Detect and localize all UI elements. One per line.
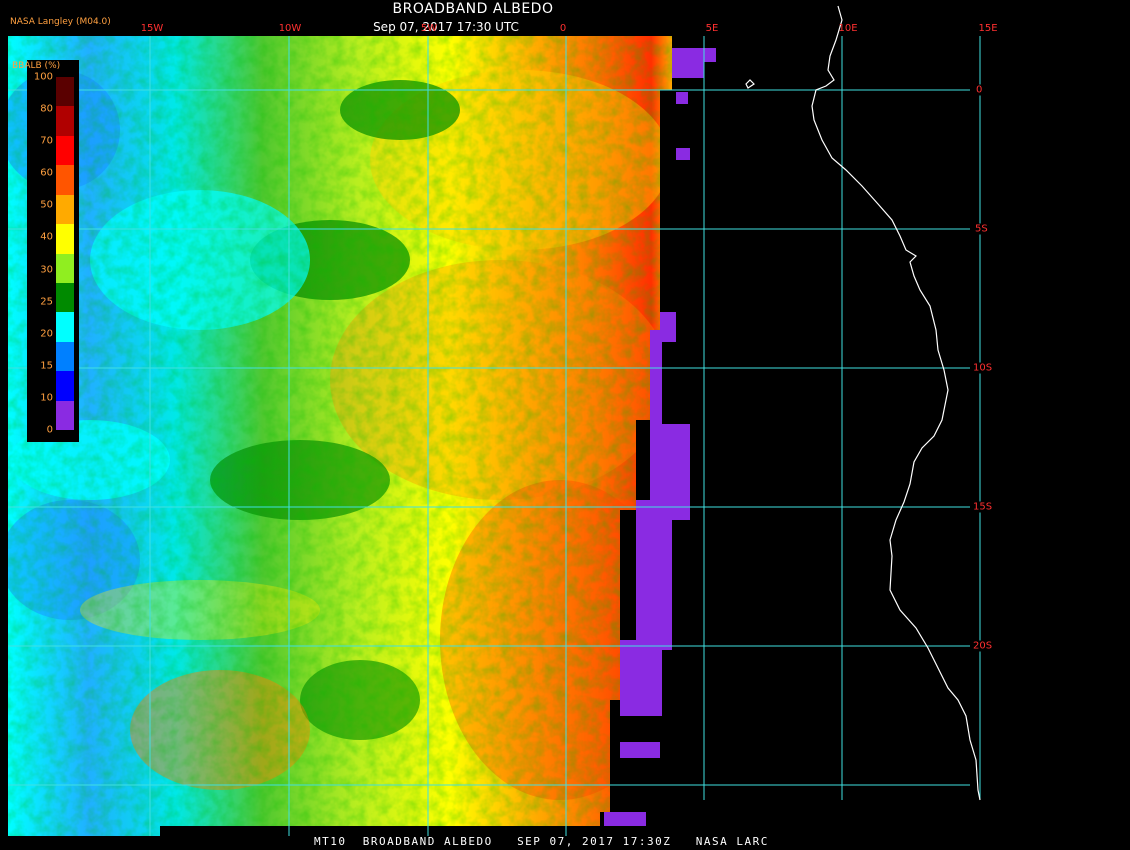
legend-swatch bbox=[56, 253, 74, 284]
legend-tick-label: 100 bbox=[33, 71, 53, 83]
legend-tick-label: 70 bbox=[40, 135, 53, 147]
lat-label-20s: 20S bbox=[972, 640, 994, 652]
map-title: BROADBAND ALBEDO bbox=[392, 1, 554, 17]
legend-tick-label: 60 bbox=[40, 167, 53, 179]
legend-tick-label: 10 bbox=[40, 392, 53, 404]
legend-swatch bbox=[56, 282, 74, 313]
footer-caption: MT10 BROADBAND ALBEDO SEP 07, 2017 17:30… bbox=[314, 835, 769, 848]
lon-label-0: 0 bbox=[559, 23, 567, 34]
lat-label-5s: 5S bbox=[974, 223, 989, 235]
legend-tick-label: 15 bbox=[40, 360, 53, 372]
legend-swatch bbox=[56, 400, 74, 431]
lon-label-10w: 10W bbox=[278, 23, 302, 34]
lon-label-5w: 5W bbox=[420, 23, 438, 34]
legend-tick-label: 50 bbox=[40, 199, 53, 211]
legend-swatch bbox=[56, 312, 74, 343]
producer-credit: NASA Langley (M04.0) bbox=[10, 17, 111, 27]
lon-label-15e: 15E bbox=[978, 23, 998, 34]
albedo-field bbox=[8, 36, 672, 836]
legend-swatch bbox=[56, 165, 74, 196]
legend-swatch bbox=[56, 194, 74, 225]
lon-label-10e: 10E bbox=[838, 23, 858, 34]
bioko-island bbox=[745, 79, 755, 89]
lat-label-0: 0 bbox=[975, 84, 984, 96]
legend-swatch bbox=[56, 224, 74, 254]
lat-label-15s: 15S bbox=[972, 501, 994, 513]
legend-tick-label: 20 bbox=[40, 328, 53, 340]
legend-swatch bbox=[56, 135, 74, 166]
legend-swatch bbox=[56, 77, 74, 107]
legend-tick-label: 0 bbox=[46, 424, 53, 436]
legend-swatch bbox=[56, 106, 74, 137]
lon-label-5e: 5E bbox=[705, 23, 719, 34]
legend-swatch bbox=[56, 341, 74, 372]
legend-tick-label: 30 bbox=[40, 264, 53, 276]
albedo-map bbox=[8, 5, 981, 836]
map-timestamp: Sep 07, 2017 17:30 UTC bbox=[373, 20, 519, 34]
legend-swatch bbox=[56, 371, 74, 402]
legend-tick-label: 80 bbox=[40, 103, 53, 115]
africa-coastline bbox=[811, 5, 981, 801]
legend-tick-label: 40 bbox=[40, 231, 53, 243]
legend-tick-label: 25 bbox=[40, 296, 53, 308]
lat-label-10s: 10S bbox=[972, 362, 994, 374]
lon-label-15w: 15W bbox=[140, 23, 164, 34]
legend-title: BBALB (%) bbox=[12, 61, 61, 71]
